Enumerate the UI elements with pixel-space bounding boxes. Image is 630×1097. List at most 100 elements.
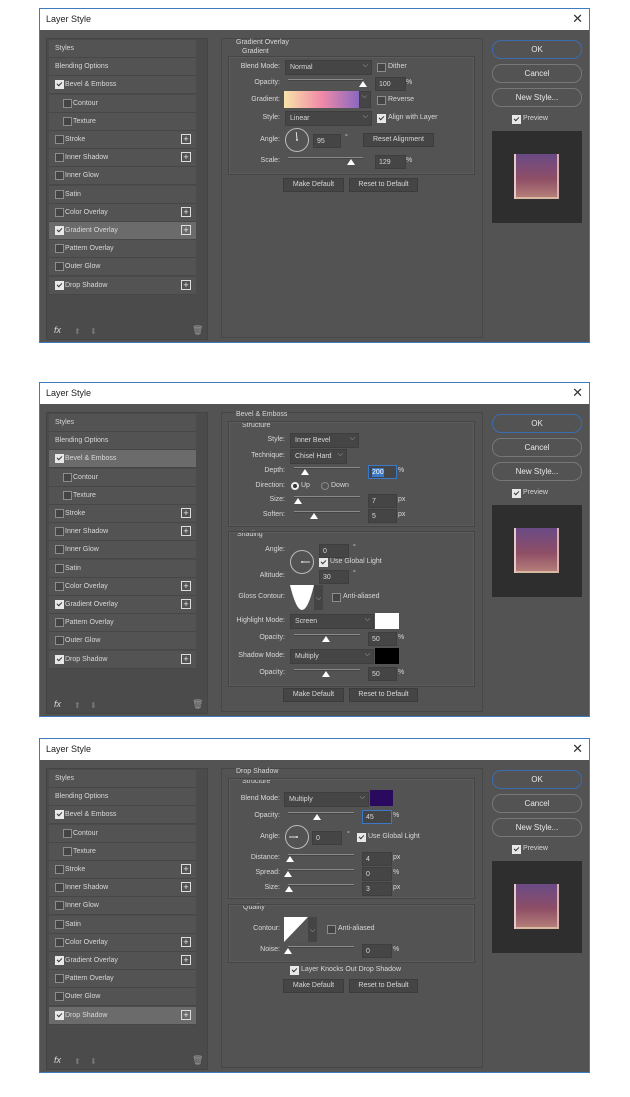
sidebar-checkbox[interactable]: [55, 208, 64, 217]
fx-button[interactable]: fx: [54, 1056, 61, 1065]
add-icon[interactable]: +: [181, 152, 191, 162]
sidebar-item[interactable]: Texture: [49, 487, 196, 505]
sidebar-item[interactable]: Outer Glow: [49, 632, 196, 650]
sidebar-item[interactable]: Inner Shadow+: [49, 879, 196, 897]
add-icon[interactable]: +: [181, 508, 191, 518]
size-input[interactable]: 7: [368, 494, 397, 508]
sidebar-item[interactable]: Color Overlay+: [49, 204, 196, 222]
gloss-contour-picker[interactable]: ⌵: [290, 585, 323, 610]
sidebar-item[interactable]: Outer Glow: [49, 988, 196, 1006]
layer-knocks-out-checkbox[interactable]: [290, 966, 299, 975]
opacity-slider-thumb[interactable]: [313, 814, 321, 820]
angle-input[interactable]: 95: [313, 134, 341, 148]
ok-button[interactable]: OK: [492, 770, 582, 789]
sidebar-item[interactable]: Gradient Overlay+: [49, 222, 196, 240]
reset-to-default-button[interactable]: Reset to Default: [349, 178, 418, 192]
size-slider-thumb[interactable]: [294, 498, 302, 504]
close-icon[interactable]: ✕: [572, 385, 583, 401]
opacity-slider-thumb[interactable]: [359, 81, 367, 87]
noise-slider-track[interactable]: [288, 946, 354, 948]
sidebar-checkbox[interactable]: [55, 281, 64, 290]
sidebar-checkbox[interactable]: [55, 509, 64, 518]
sidebar-item[interactable]: Inner Glow: [49, 167, 196, 185]
contour-picker[interactable]: ⌵: [284, 917, 317, 942]
soften-slider-thumb[interactable]: [310, 513, 318, 519]
use-global-light-checkbox[interactable]: [319, 558, 328, 567]
sidebar-checkbox[interactable]: [55, 901, 64, 910]
opacity-slider-track[interactable]: [288, 79, 363, 81]
soften-input[interactable]: 5: [368, 509, 397, 523]
blend-mode-select[interactable]: Normal⌵: [285, 60, 372, 75]
sidebar-checkbox[interactable]: [55, 600, 64, 609]
sidebar-checkbox[interactable]: [55, 618, 64, 627]
fx-button[interactable]: fx: [54, 700, 61, 709]
sidebar-checkbox[interactable]: [55, 135, 64, 144]
sidebar-checkbox[interactable]: [55, 564, 64, 573]
sidebar-item[interactable]: Gradient Overlay+: [49, 952, 196, 970]
move-up-icon[interactable]: ⬆: [74, 701, 81, 710]
sidebar-item[interactable]: Contour: [49, 95, 196, 113]
soften-slider-track[interactable]: [294, 511, 360, 513]
angle-dial[interactable]: [290, 550, 314, 574]
make-default-button[interactable]: Make Default: [283, 688, 344, 702]
sidebar-checkbox[interactable]: [63, 847, 72, 856]
sidebar-item[interactable]: Stroke+: [49, 131, 196, 149]
shadow-mode-select[interactable]: Multiply⌵: [290, 649, 374, 664]
preview-checkbox[interactable]: [512, 845, 521, 854]
add-icon[interactable]: +: [181, 864, 191, 874]
sidebar-item[interactable]: Inner Glow: [49, 897, 196, 915]
reset-to-default-button[interactable]: Reset to Default: [349, 688, 418, 702]
sidebar-item[interactable]: Drop Shadow+: [49, 651, 196, 669]
sidebar-item[interactable]: Bevel & Emboss: [49, 450, 196, 468]
shadow-color-swatch[interactable]: [370, 790, 393, 806]
sidebar-item[interactable]: Styles: [49, 770, 196, 788]
add-icon[interactable]: +: [181, 280, 191, 290]
sidebar-item[interactable]: Outer Glow: [49, 258, 196, 276]
style-select[interactable]: Linear⌵: [285, 111, 372, 126]
size-slider-thumb[interactable]: [285, 886, 293, 892]
noise-slider-thumb[interactable]: [284, 948, 292, 954]
scale-slider-thumb[interactable]: [347, 159, 355, 165]
anti-aliased-checkbox[interactable]: [327, 925, 336, 934]
preview-checkbox[interactable]: [512, 115, 521, 124]
sidebar-item[interactable]: Blending Options: [49, 432, 196, 450]
scale-input[interactable]: 129: [375, 155, 406, 169]
distance-slider-track[interactable]: [288, 854, 354, 856]
sidebar-checkbox[interactable]: [55, 920, 64, 929]
blend-mode-select[interactable]: Multiply⌵: [284, 792, 369, 807]
distance-input[interactable]: 4: [362, 852, 392, 866]
spread-slider-thumb[interactable]: [284, 871, 292, 877]
ok-button[interactable]: OK: [492, 40, 582, 59]
sidebar-checkbox[interactable]: [55, 810, 64, 819]
sidebar-item[interactable]: Bevel & Emboss: [49, 76, 196, 94]
sidebar-item[interactable]: Inner Shadow+: [49, 149, 196, 167]
opacity-slider-track[interactable]: [288, 812, 354, 814]
sidebar-checkbox[interactable]: [55, 190, 64, 199]
shadow-color-swatch[interactable]: [375, 648, 399, 664]
use-global-light-checkbox[interactable]: [357, 833, 366, 842]
sidebar-checkbox[interactable]: [55, 226, 64, 235]
bevel-style-select[interactable]: Inner Bevel⌵: [290, 433, 359, 448]
spread-slider-track[interactable]: [288, 869, 354, 871]
opacity-input[interactable]: 100: [375, 77, 406, 91]
sidebar-item[interactable]: Bevel & Emboss: [49, 806, 196, 824]
fx-button[interactable]: fx: [54, 326, 61, 335]
distance-slider-thumb[interactable]: [286, 856, 294, 862]
reset-to-default-button[interactable]: Reset to Default: [349, 979, 418, 993]
new-style-button[interactable]: New Style...: [492, 818, 582, 837]
highlight-mode-select[interactable]: Screen⌵: [290, 614, 374, 629]
spread-input[interactable]: 0: [362, 867, 392, 881]
size-input[interactable]: 3: [362, 882, 392, 896]
sidebar-checkbox[interactable]: [55, 527, 64, 536]
sidebar-item[interactable]: Stroke+: [49, 505, 196, 523]
reset-alignment-button[interactable]: Reset Alignment: [363, 133, 434, 147]
add-icon[interactable]: +: [181, 599, 191, 609]
sidebar-item[interactable]: Pattern Overlay: [49, 240, 196, 258]
sidebar-checkbox[interactable]: [55, 171, 64, 180]
sidebar-checkbox[interactable]: [55, 974, 64, 983]
size-slider-track[interactable]: [288, 884, 354, 886]
sidebar-checkbox[interactable]: [55, 454, 64, 463]
add-icon[interactable]: +: [181, 526, 191, 536]
sidebar-item[interactable]: Styles: [49, 414, 196, 432]
make-default-button[interactable]: Make Default: [283, 178, 344, 192]
